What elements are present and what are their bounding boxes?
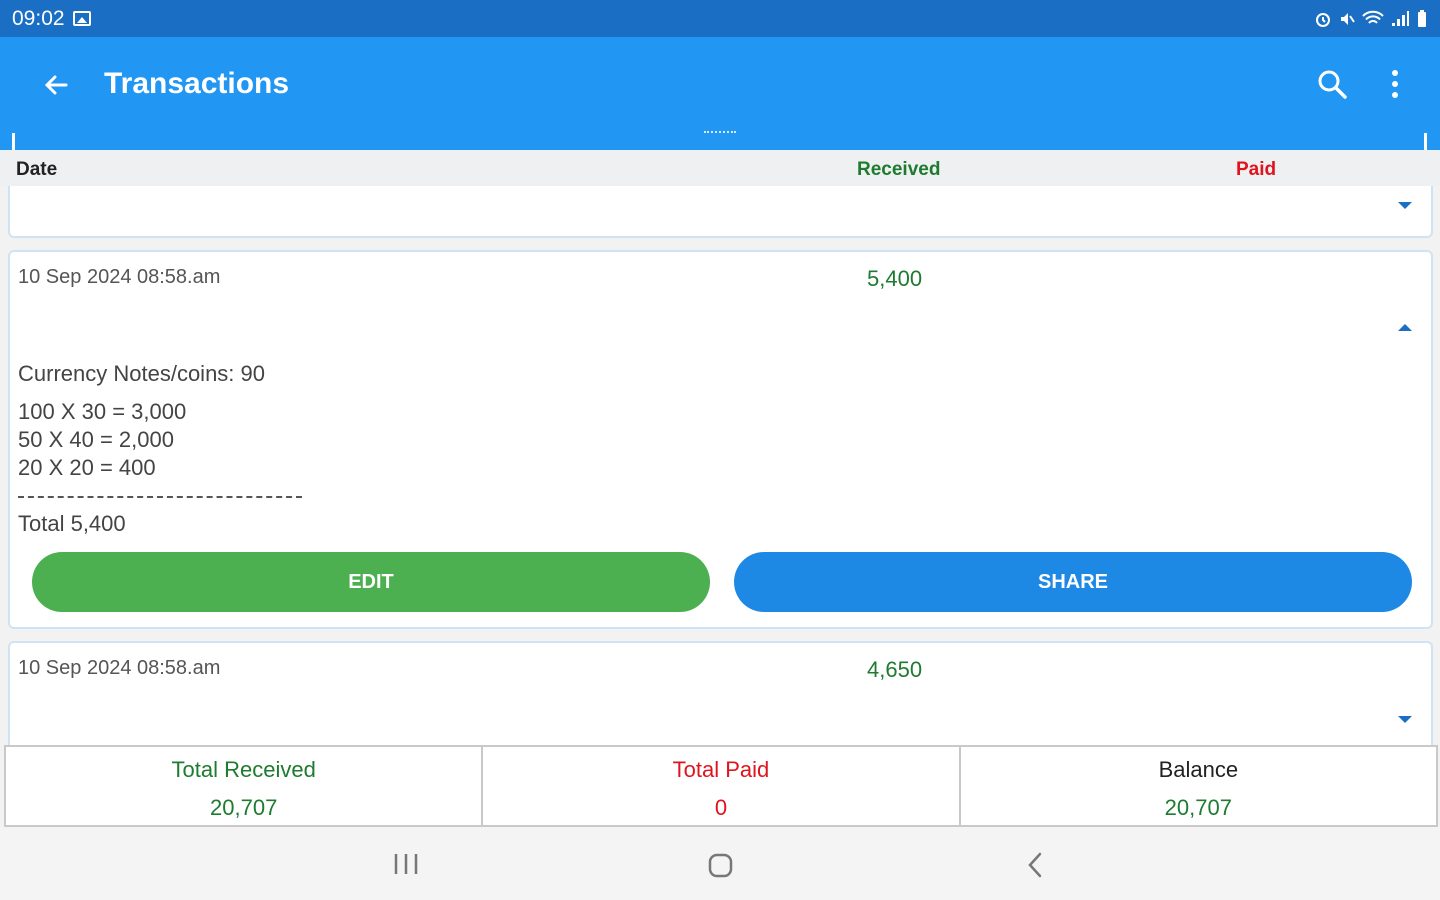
balance-value: 20,707 [1164,795,1232,820]
nav-back-icon[interactable] [1025,851,1045,879]
tab-indicator-left [12,133,15,150]
transaction-received-amount: 4,650 [867,657,923,682]
transaction-card-previous[interactable] [8,186,1433,238]
column-header: Date Received Paid [0,150,1440,186]
summary-footer: Total Received 20,707 Total Paid 0 Balan… [4,745,1438,827]
transaction-received-amount: 5,400 [867,266,923,291]
column-paid: Paid [1236,159,1277,180]
transaction-date: 10 Sep 2024 08:58.am [18,657,221,679]
summary-balance: Balance 20,707 [958,747,1436,825]
alarm-icon [1316,12,1330,27]
more-vertical-icon[interactable] [1380,67,1410,101]
status-time: 09:02 [12,6,65,30]
transaction-card-collapsed[interactable]: 10 Sep 2024 08:58.am 4,650 [8,641,1433,745]
expand-chevron-icon[interactable] [1398,202,1412,209]
summary-total-received: Total Received 20,707 [6,747,481,825]
app-bar: Transactions [0,37,1440,150]
column-date: Date [16,159,58,180]
denomination-line: 100 X 30 = 3,000 [18,399,187,424]
total-paid-label: Total Paid [672,757,770,782]
transaction-details: Currency Notes/coins: 90 100 X 30 = 3,00… [18,360,302,538]
status-icons [1314,9,1428,28]
summary-total-paid: Total Paid 0 [481,747,958,825]
mute-icon [1341,12,1355,25]
transaction-date: 10 Sep 2024 08:58.am [18,266,221,288]
transaction-card-expanded[interactable]: 10 Sep 2024 08:58.am 5,400 Currency Note… [8,250,1433,629]
image-notification-icon [72,11,91,26]
share-button[interactable]: SHARE [734,552,1412,612]
total-received-label: Total Received [171,757,316,782]
details-separator [18,496,302,498]
denomination-line: 50 X 40 = 2,000 [18,427,174,452]
column-received: Received [857,159,941,180]
expand-chevron-icon[interactable] [1398,716,1412,723]
total-paid-value: 0 [714,795,728,820]
page-title: Transactions [104,67,290,100]
system-nav-bar [0,827,1440,900]
wifi-icon [1362,10,1384,24]
denomination-line: 20 X 20 = 400 [18,455,156,480]
currency-notes-count: Currency Notes/coins: 90 [18,361,265,386]
total-received-value: 20,707 [210,795,278,820]
status-bar: 09:02 [0,0,1440,37]
tab-stub [704,131,736,135]
back-arrow-icon[interactable] [40,69,72,101]
search-icon[interactable] [1315,67,1349,101]
collapse-chevron-icon[interactable] [1398,324,1412,331]
tab-indicator-right [1424,133,1427,150]
recents-icon[interactable] [393,853,419,875]
edit-button[interactable]: EDIT [32,552,710,612]
signal-icon [1392,10,1409,26]
balance-label: Balance [1158,757,1239,782]
home-icon[interactable] [708,853,733,878]
details-total: Total 5,400 [18,511,126,536]
battery-icon [1418,9,1426,27]
